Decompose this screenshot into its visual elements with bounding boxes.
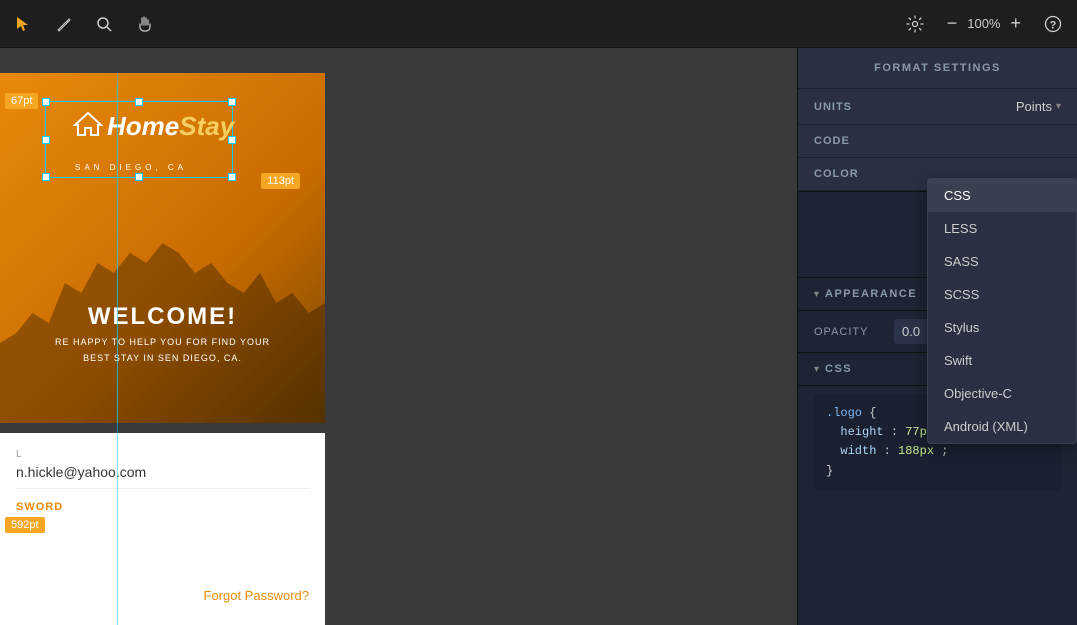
handle-br[interactable]	[228, 173, 236, 181]
svg-text:?: ?	[1050, 19, 1057, 31]
handle-bm[interactable]	[135, 173, 143, 181]
crosshair-v-form	[117, 83, 118, 625]
password-dots: •••	[16, 513, 309, 529]
css-open-brace: {	[869, 406, 876, 420]
handle-tm[interactable]	[135, 98, 143, 106]
pen-icon[interactable]	[52, 12, 76, 36]
units-dropdown[interactable]: Points ▾	[1016, 99, 1061, 114]
zoom-level: 100%	[967, 16, 1000, 31]
dropdown-item-android[interactable]: Android (XML)	[928, 410, 1076, 443]
help-icon[interactable]: ?	[1041, 12, 1065, 36]
dropdown-item-less[interactable]: LESS	[928, 212, 1076, 245]
welcome-subtitle-1: RE HAPPY TO HELP YOU FOR FIND YOUR	[0, 337, 325, 347]
form-section: 592pt L n.hickle@yahoo.com SWORD ••• For…	[0, 433, 325, 625]
zoom-out-button[interactable]: −	[943, 13, 962, 34]
chevron-down-icon: ▾	[814, 289, 819, 300]
code-label: CODE	[814, 135, 884, 147]
email-value: n.hickle@yahoo.com	[16, 464, 309, 489]
dropdown-item-scss[interactable]: SCSS	[928, 278, 1076, 311]
welcome-title: WELCOME!	[0, 303, 325, 331]
logo-stay: Stay	[179, 111, 234, 141]
css-width-prop: width	[840, 444, 876, 458]
canvas-area[interactable]: HomeStay SAN DIEGO, CA 67pt 113pt WELCOM…	[0, 48, 797, 625]
code-row: CODE	[798, 125, 1077, 158]
right-panel: FORMAT SETTINGS UNITS Points ▾ CODE COLO…	[797, 48, 1077, 625]
css-height-prop: height	[840, 425, 883, 439]
appearance-label: APPEARANCE	[825, 288, 917, 300]
settings-icon[interactable]	[903, 12, 927, 36]
color-label: COLOR	[814, 168, 884, 180]
main-area: HomeStay SAN DIEGO, CA 67pt 113pt WELCOM…	[0, 48, 1077, 625]
welcome-section: WELCOME! RE HAPPY TO HELP YOU FOR FIND Y…	[0, 303, 325, 363]
logo-subtitle: SAN DIEGO, CA	[75, 163, 187, 172]
hero-section: HomeStay SAN DIEGO, CA 67pt 113pt WELCOM…	[0, 73, 325, 423]
units-selected: Points	[1016, 99, 1052, 114]
css-label: CSS	[825, 363, 852, 375]
units-row: UNITS Points ▾	[798, 89, 1077, 125]
css-selector: .logo	[826, 406, 862, 420]
handle-tr[interactable]	[228, 98, 236, 106]
search-icon[interactable]	[92, 12, 116, 36]
hand-icon[interactable]	[132, 12, 156, 36]
css-colon-1: :	[891, 425, 905, 439]
chevron-down-icon: ▾	[1056, 101, 1061, 112]
dropdown-item-sass[interactable]: SASS	[928, 245, 1076, 278]
format-settings-popup: FORMAT SETTINGS UNITS Points ▾ CODE COLO…	[798, 48, 1077, 192]
dropdown-item-stylus[interactable]: Stylus	[928, 311, 1076, 344]
code-dropdown-menu: CSS LESS SASS SCSS Stylus Swift Objectiv…	[927, 178, 1077, 444]
logo: HomeStay	[73, 109, 234, 144]
measure-67: 67pt	[5, 93, 38, 109]
handle-ml[interactable]	[42, 136, 50, 144]
css-width-val: 188px	[898, 444, 934, 458]
measure-592: 592pt	[5, 517, 45, 533]
dropdown-item-css[interactable]: CSS	[928, 179, 1076, 212]
password-label: SWORD	[16, 501, 309, 513]
handle-tl[interactable]	[42, 98, 50, 106]
toolbar: − 100% + ?	[0, 0, 1077, 48]
measure-113: 113pt	[261, 173, 300, 189]
popup-title: FORMAT SETTINGS	[798, 48, 1077, 89]
logo-container: HomeStay SAN DIEGO, CA	[45, 101, 233, 178]
welcome-subtitle-2: BEST STAY IN SEN DIEGO, CA.	[0, 353, 325, 363]
units-value[interactable]: Points ▾	[884, 99, 1061, 114]
dropdown-item-objc[interactable]: Objective-C	[928, 377, 1076, 410]
zoom-in-button[interactable]: +	[1006, 13, 1025, 34]
zoom-control: − 100% +	[943, 13, 1025, 34]
opacity-label: OPACITY	[814, 326, 894, 338]
css-semi-2: ;	[941, 444, 948, 458]
chevron-down-icon-css: ▾	[814, 364, 819, 375]
css-close-brace: }	[826, 464, 833, 478]
units-label: UNITS	[814, 101, 884, 113]
house-icon	[73, 109, 103, 144]
dropdown-item-swift[interactable]: Swift	[928, 344, 1076, 377]
design-preview: HomeStay SAN DIEGO, CA 67pt 113pt WELCOM…	[0, 73, 325, 625]
handle-bl[interactable]	[42, 173, 50, 181]
cursor-icon[interactable]	[12, 12, 36, 36]
css-colon-2: :	[884, 444, 898, 458]
forgot-password-link[interactable]: Forgot Password?	[204, 588, 310, 603]
logo-text: HomeStay	[107, 111, 234, 142]
email-label: L	[16, 449, 309, 460]
